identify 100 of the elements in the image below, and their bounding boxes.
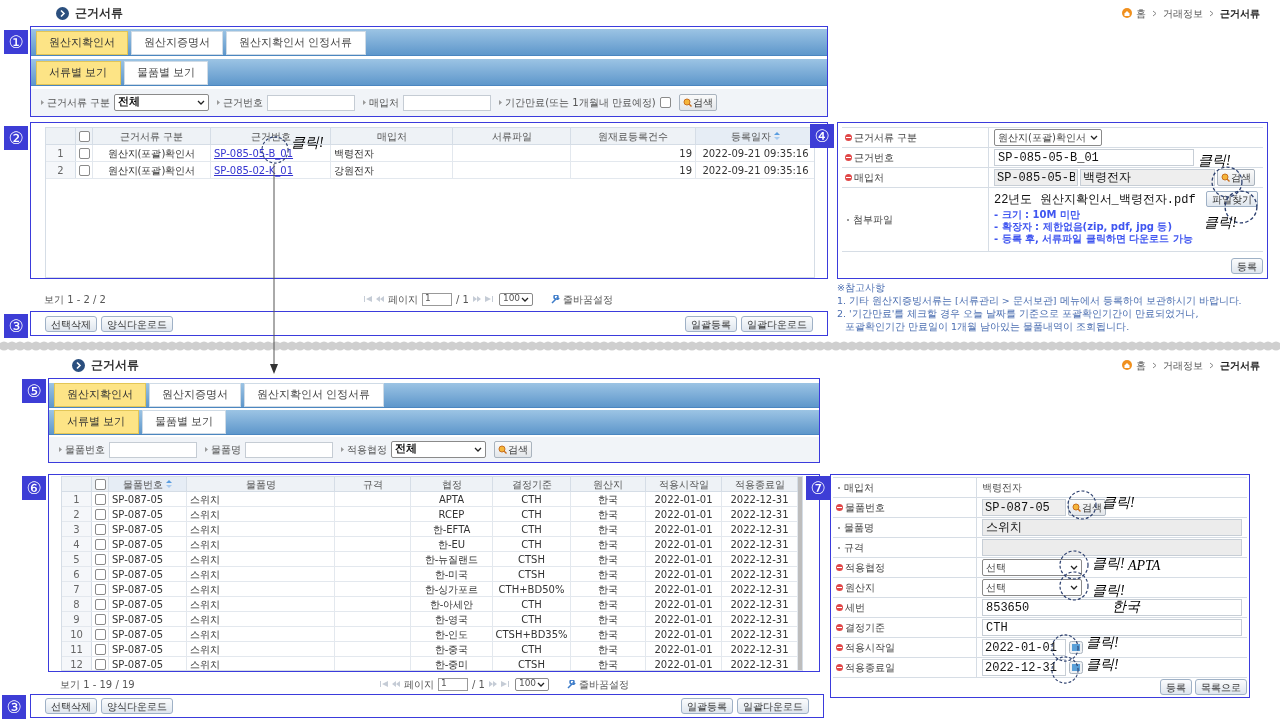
grid-row[interactable]: 11 SP-087-05 스위치 한-중국 CTH 한국 2022-01-01 2022-12-31 [62,642,798,657]
text-field[interactable] [403,94,492,111]
action-button[interactable]: 목록으로 [1195,679,1247,695]
tab[interactable]: 서류별 보기 [36,61,121,85]
column-header[interactable]: 규격 [335,477,411,491]
checkbox[interactable] [94,478,106,490]
tab[interactable]: 서류별 보기 [54,410,139,434]
action-button[interactable]: 일괄다운로드 [737,698,809,714]
wrap-setting-link[interactable]: 줄바꿈설정 [578,676,629,692]
tab[interactable]: 원산지확인서 [36,31,128,55]
grid-row[interactable]: 2 원산지(포괄)확인서 SP-085-02-K_01 강원전자 19 2022-09-21 09:35:16 [46,162,814,179]
dropdown[interactable]: 전체 [391,441,486,458]
grid-row[interactable]: 10 SP-087-05 스위치 한-인도 CTSH+BD35% 한국 2022-01-01 2022-12-31 [62,627,798,642]
dropdown[interactable]: 선택 [982,559,1082,576]
action-button[interactable]: 등록 [1231,258,1263,274]
wrap-setting-link[interactable]: 줄바꿈설정 [562,291,613,307]
column-header[interactable]: 물품명 [187,477,335,491]
grid-row[interactable]: 8 SP-087-05 스위치 한-아세안 CTH 한국 2022-01-01 2022-12-31 [62,597,798,612]
document-link[interactable]: SP-085-05-B_01 [214,145,294,161]
dropdown[interactable]: 선택 [982,579,1082,596]
breadcrumb-link[interactable]: 홈 [1136,357,1146,373]
readonly-field[interactable]: SP-087-05 [982,499,1066,516]
grid-row[interactable]: 7 SP-087-05 스위치 한-싱가포르 CTH+BD50% 한국 2022-01-01 2022-12-31 [62,582,798,597]
breadcrumb-link[interactable]: 근거서류 [1220,5,1260,21]
column-header[interactable]: 근거서류 구분 [93,128,211,144]
tab[interactable]: 원산지확인서 [54,383,146,407]
checkbox[interactable] [94,538,106,550]
page-number-field[interactable]: 1 [438,677,468,691]
dropdown[interactable]: 100 [514,677,549,691]
checkbox[interactable] [94,553,106,565]
tab[interactable]: 원산지증명서 [149,383,241,407]
search-button[interactable]: 검색 [678,94,717,111]
calendar-icon[interactable] [1069,661,1083,674]
grid-row[interactable]: 12 SP-087-05 스위치 한-중미 CTSH 한국 2022-01-01 2022-12-31 [62,657,798,670]
text-field[interactable]: SP-085-05-B_01 [994,149,1194,166]
checkbox[interactable] [78,130,90,142]
column-header[interactable]: 매입처 [331,128,453,144]
handwritten-note: APTA [1128,557,1161,575]
grid-row[interactable]: 5 SP-087-05 스위치 한-뉴질랜드 CTSH 한국 2022-01-01 2022-12-31 [62,552,798,567]
checkbox[interactable] [94,493,106,505]
column-header[interactable]: 서류파일 [453,128,571,144]
dropdown[interactable]: 전체 [114,94,210,111]
calendar-icon[interactable] [1069,641,1083,654]
text-field[interactable] [267,94,356,111]
text-field[interactable]: CTH [982,619,1242,636]
action-button[interactable]: 선택삭제 [45,315,97,332]
dropdown[interactable]: 원산지(포괄)확인서 [994,129,1102,146]
action-button[interactable]: 선택삭제 [45,698,97,714]
breadcrumb-link[interactable]: 거래정보 [1163,5,1203,21]
grid-row[interactable]: 1 SP-087-05 스위치 APTA CTH 한국 2022-01-01 2022-12-31 [62,492,798,507]
checkbox[interactable] [94,658,106,670]
checkbox[interactable] [94,523,106,535]
checkbox[interactable] [94,643,106,655]
action-button[interactable]: 일괄등록 [681,698,733,714]
readonly-field[interactable]: SP-085-05-B [994,169,1078,186]
grid-row[interactable]: 3 SP-087-05 스위치 한-EFTA CTH 한국 2022-01-01 2022-12-31 [62,522,798,537]
scrollbar[interactable] [798,477,802,670]
column-header[interactable]: 협정 [411,477,493,491]
file-browse-button[interactable]: 파일찾기 [1206,191,1258,207]
action-button[interactable]: 등록 [1160,679,1192,695]
readonly-field[interactable]: 백령전자 [1080,169,1215,186]
tab[interactable]: 원산지확인서 인정서류 [244,383,384,407]
text-field[interactable] [245,441,333,458]
grid-row[interactable]: 2 SP-087-05 스위치 RCEP CTH 한국 2022-01-01 2022-12-31 [62,507,798,522]
dropdown[interactable]: 100 [498,292,533,306]
checkbox[interactable] [78,147,90,159]
tab[interactable]: 원산지확인서 인정서류 [226,31,366,55]
checkbox[interactable] [94,628,106,640]
checkbox[interactable] [94,568,106,580]
search-button[interactable]: 검색 [494,441,532,458]
checkbox[interactable] [94,613,106,625]
page-number-field[interactable]: 1 [422,292,452,306]
date-field[interactable]: 2022-01-01 [982,639,1066,656]
breadcrumb-link[interactable]: 근거서류 [1220,357,1260,373]
checkbox[interactable] [94,583,106,595]
action-button[interactable]: 일괄다운로드 [741,315,813,332]
column-header[interactable]: 적용시작일 [646,477,722,491]
document-link[interactable]: SP-085-02-K_01 [214,162,294,178]
action-button[interactable]: 일괄등록 [685,315,737,332]
tab[interactable]: 물품별 보기 [123,61,208,85]
checkbox[interactable] [94,508,106,520]
grid-row[interactable]: 6 SP-087-05 스위치 한-미국 CTSH 한국 2022-01-01 2022-12-31 [62,567,798,582]
checkbox[interactable] [78,164,90,176]
action-button[interactable]: 양식다운로드 [101,315,173,332]
grid-row[interactable]: 9 SP-087-05 스위치 한-영국 CTH 한국 2022-01-01 2022-12-31 [62,612,798,627]
checkbox[interactable] [659,97,671,108]
breadcrumb-link[interactable]: 홈 [1136,5,1146,21]
section-number-badge: ③ [4,314,28,338]
grid-row[interactable]: 4 SP-087-05 스위치 한-EU CTH 한국 2022-01-01 2022-12-31 [62,537,798,552]
tab[interactable]: 물품별 보기 [141,410,226,434]
column-header[interactable]: 물품번호 [109,477,187,491]
column-header[interactable]: 원산지 [571,477,646,491]
text-field[interactable] [109,441,197,458]
column-header[interactable]: 결정기준 [493,477,571,491]
action-button[interactable]: 양식다운로드 [101,698,173,714]
breadcrumb-link[interactable]: 거래정보 [1163,357,1203,373]
date-field[interactable]: 2022-12-31 [982,659,1066,676]
search-button[interactable]: 검색 [1217,169,1255,186]
checkbox[interactable] [94,598,106,610]
tab[interactable]: 원산지증명서 [131,31,223,55]
